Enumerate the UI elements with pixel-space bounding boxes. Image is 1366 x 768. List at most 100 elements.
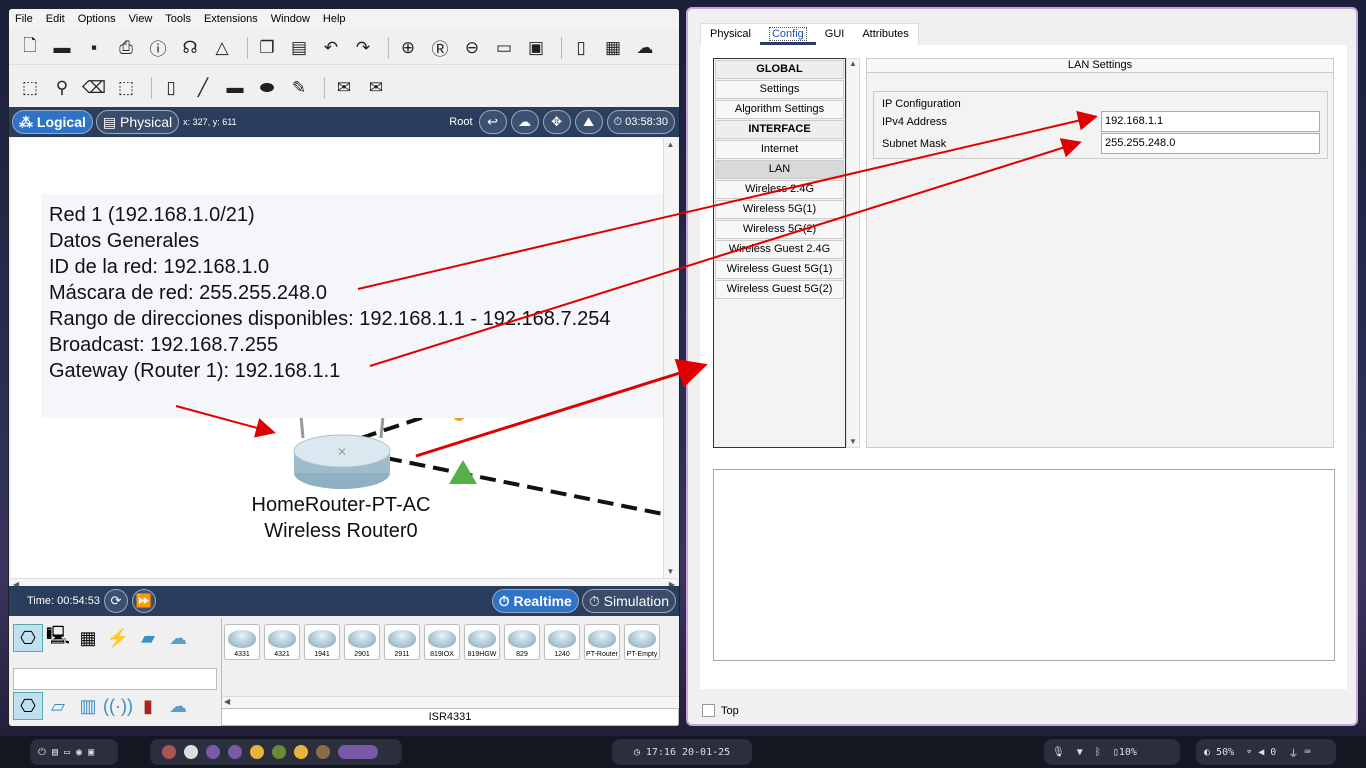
chrome-icon[interactable] bbox=[294, 745, 308, 759]
notes-icon[interactable]: ▯ bbox=[568, 35, 594, 61]
nav-item-wireless-guest-5g-2[interactable]: Wireless Guest 5G(2) bbox=[715, 280, 844, 299]
new-file-icon[interactable]: 🗋 bbox=[17, 35, 43, 61]
subnet-mask-field[interactable]: 255.255.248.0 bbox=[1101, 133, 1320, 154]
switches-icon[interactable]: ▱ bbox=[43, 692, 73, 720]
device-tile[interactable]: 819HGW bbox=[464, 624, 500, 660]
app-icon[interactable] bbox=[316, 745, 330, 759]
device-search-input[interactable] bbox=[13, 668, 217, 690]
menu-view[interactable]: View bbox=[129, 13, 153, 25]
device-tile[interactable]: 829 bbox=[504, 624, 540, 660]
scroll-up-icon[interactable]: ▲ bbox=[664, 140, 677, 149]
files-icon[interactable]: ▤ bbox=[52, 747, 64, 758]
end-devices-icon[interactable]: 🖳 bbox=[43, 624, 73, 652]
move-object-icon[interactable]: ✥ bbox=[542, 110, 571, 134]
device-tile[interactable]: 819IOX bbox=[424, 624, 460, 660]
nav-item-internet[interactable]: Internet bbox=[715, 140, 844, 159]
scroll-down-icon[interactable]: ▼ bbox=[664, 567, 677, 576]
quick-settings[interactable]: ◐ 50% ⌔ ◀ 0 ⏚ ⌨ bbox=[1196, 739, 1336, 765]
config-nav-scrollbar[interactable]: ▲ ▼ bbox=[846, 58, 860, 448]
add-simple-pdu-icon[interactable]: ✉ bbox=[331, 75, 357, 101]
tab-physical[interactable]: Physical bbox=[701, 24, 760, 45]
menu-file[interactable]: File bbox=[15, 13, 33, 25]
microphone-icon[interactable]: 🎙 bbox=[1052, 747, 1077, 758]
menu-window[interactable]: Window bbox=[271, 13, 310, 25]
palette-icon[interactable]: ◉ bbox=[76, 747, 88, 758]
activity-wizard-icon[interactable]: △ bbox=[209, 35, 235, 61]
viewport-clock[interactable]: ⏱ 03:58:30 bbox=[606, 110, 675, 134]
terminal-icon[interactable]: ▣ bbox=[88, 747, 94, 758]
network-note[interactable]: Red 1 (192.168.1.0/21) Datos Generales I… bbox=[41, 194, 663, 418]
redo-icon[interactable]: ↷ bbox=[350, 35, 376, 61]
nav-item-algorithm-settings[interactable]: Algorithm Settings bbox=[715, 100, 844, 119]
info-icon[interactable]: ⓘ bbox=[145, 35, 171, 61]
draw-ellipse-icon[interactable]: ⬬ bbox=[254, 75, 280, 101]
menu-extensions[interactable]: Extensions bbox=[204, 13, 258, 25]
device-tile[interactable]: 4331 bbox=[224, 624, 260, 660]
logical-tab[interactable]: ⁂ Logical bbox=[12, 110, 93, 134]
draw-rectangle-icon[interactable]: ▬ bbox=[222, 75, 248, 101]
wifi-icon[interactable]: ▼ bbox=[1077, 747, 1095, 758]
app-icon[interactable] bbox=[206, 745, 220, 759]
menu-edit[interactable]: Edit bbox=[46, 13, 65, 25]
set-background-icon[interactable]: ⛰ bbox=[574, 110, 603, 134]
routers-icon[interactable]: ⎔ bbox=[13, 692, 43, 720]
device-tile[interactable]: 2911 bbox=[384, 624, 420, 660]
components-icon[interactable]: ▦ bbox=[73, 624, 103, 652]
ipv4-address-field[interactable]: 192.168.1.1 bbox=[1101, 111, 1320, 132]
nav-item-wireless-24g[interactable]: Wireless 2.4G bbox=[715, 180, 844, 199]
resize-icon[interactable]: ⬚ bbox=[113, 75, 139, 101]
scroll-up-icon[interactable]: ▲ bbox=[847, 59, 859, 68]
clock-widget[interactable]: ◷ 17:16 20-01-25 bbox=[612, 739, 752, 765]
paste-icon[interactable]: ▤ bbox=[286, 35, 312, 61]
app-icon[interactable] bbox=[272, 745, 286, 759]
device-tile[interactable]: 2901 bbox=[344, 624, 380, 660]
checkbox-box[interactable] bbox=[702, 704, 715, 717]
bluetooth-icon[interactable]: ᛒ bbox=[1095, 747, 1113, 758]
place-note-icon[interactable]: ▯ bbox=[158, 75, 184, 101]
system-tray-left[interactable]: ⏻ ▤ ▭ ◉ ▣ bbox=[30, 739, 118, 765]
custom-device-icon[interactable]: ▣ bbox=[523, 35, 549, 61]
nav-item-lan[interactable]: LAN bbox=[715, 160, 844, 179]
device-tile[interactable]: PT-Router bbox=[584, 624, 620, 660]
fast-forward-icon[interactable]: ⏩ bbox=[131, 589, 156, 613]
zoom-in-icon[interactable]: ⊕ bbox=[395, 35, 421, 61]
device-tile[interactable]: 4321 bbox=[264, 624, 300, 660]
save-icon[interactable]: ▪ bbox=[81, 35, 107, 61]
nav-item-wireless-guest-24g[interactable]: Wireless Guest 2.4G bbox=[715, 240, 844, 259]
drawing-palette-icon[interactable]: ▭ bbox=[491, 35, 517, 61]
inspect-icon[interactable]: ⚲ bbox=[49, 75, 75, 101]
new-cluster-icon[interactable]: ☁ bbox=[510, 110, 539, 134]
device-tile[interactable]: 1240 bbox=[544, 624, 580, 660]
simulation-mode-button[interactable]: ⏱ Simulation bbox=[581, 589, 676, 613]
app-icon[interactable] bbox=[162, 745, 176, 759]
network-info-icon[interactable]: ☊ bbox=[177, 35, 203, 61]
device-list-scrollbar[interactable]: ◀ bbox=[222, 696, 679, 708]
copy-icon[interactable]: ❐ bbox=[254, 35, 280, 61]
menu-options[interactable]: Options bbox=[78, 13, 116, 25]
open-folder-icon[interactable]: ▬ bbox=[49, 35, 75, 61]
workspace-vertical-scrollbar[interactable]: ▲ ▼ bbox=[663, 138, 677, 578]
miscellaneous-icon[interactable]: ▰ bbox=[133, 624, 163, 652]
app-icon[interactable] bbox=[184, 745, 198, 759]
add-complex-pdu-icon[interactable]: ✉ bbox=[363, 75, 389, 101]
tab-gui[interactable]: GUI bbox=[816, 24, 854, 45]
power-cycle-icon[interactable]: ⟳ bbox=[103, 589, 128, 613]
freeform-icon[interactable]: ✎ bbox=[286, 75, 312, 101]
tab-config[interactable]: Config bbox=[759, 24, 816, 45]
scroll-left-icon[interactable]: ◀ bbox=[224, 697, 230, 706]
nav-item-wireless-guest-5g-1[interactable]: Wireless Guest 5G(1) bbox=[715, 260, 844, 279]
nav-item-wireless-5g-2[interactable]: Wireless 5G(2) bbox=[715, 220, 844, 239]
wan-emulation-icon[interactable]: ☁ bbox=[163, 692, 193, 720]
device-tile[interactable]: 1941 bbox=[304, 624, 340, 660]
device-tile[interactable]: PT-Empty bbox=[624, 624, 660, 660]
active-app-icon[interactable] bbox=[338, 745, 378, 759]
zoom-out-icon[interactable]: ⊖ bbox=[459, 35, 485, 61]
scroll-down-icon[interactable]: ▼ bbox=[847, 437, 859, 446]
cluster-icon[interactable]: ▦ bbox=[600, 35, 626, 61]
draw-line-icon[interactable]: ╱ bbox=[190, 75, 216, 101]
power-icon[interactable]: ⏻ bbox=[38, 747, 52, 758]
app-icon[interactable] bbox=[228, 745, 242, 759]
select-icon[interactable]: ⬚ bbox=[17, 75, 43, 101]
tab-attributes[interactable]: Attributes bbox=[853, 24, 917, 45]
menu-help[interactable]: Help bbox=[323, 13, 346, 25]
